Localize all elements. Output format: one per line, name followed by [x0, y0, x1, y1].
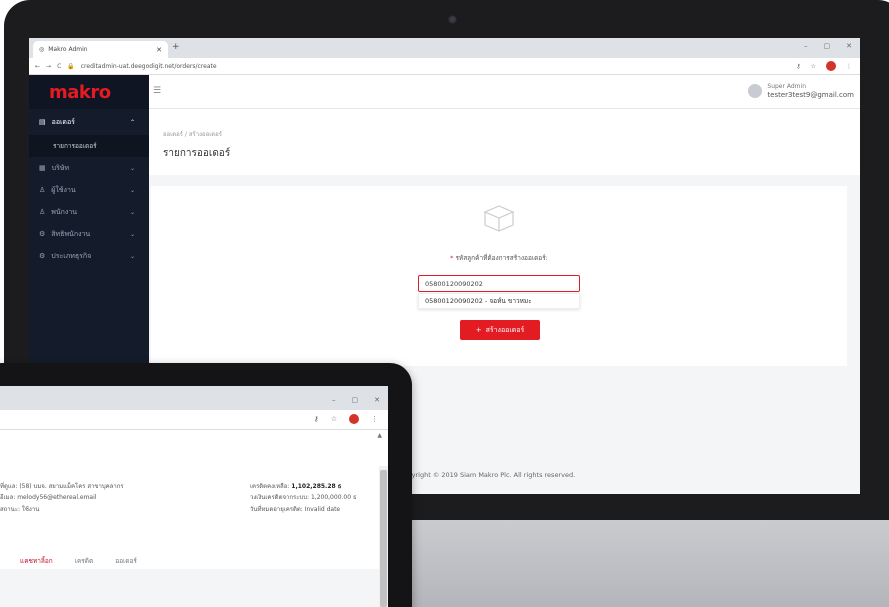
sidebar-item-label: พนักงาน [51, 207, 78, 216]
chevron-down-icon: ⌄ [129, 208, 135, 216]
customer-code-input[interactable]: 05800120090202 [418, 275, 580, 292]
gear-icon: ⚙ [39, 252, 46, 260]
close-tab-icon[interactable]: ✕ [156, 46, 162, 54]
credit-info: เครดิตคงเหลือ: 1,102,285.28 ธ วงเงินเครด… [250, 481, 357, 515]
sidebar-item-label: สิทธิพนักงาน [51, 229, 91, 238]
menu-icon[interactable]: ⋮ [846, 63, 852, 70]
camera-icon [448, 15, 457, 24]
avatar[interactable] [748, 84, 763, 99]
plus-icon: + [475, 326, 482, 334]
user-role: Super Admin [767, 83, 806, 90]
maximize-icon[interactable]: ▢ [824, 42, 831, 50]
credit-label: เครดิตคงเหลือ: [250, 483, 290, 490]
minimize-icon[interactable]: – [332, 396, 336, 404]
tab-credit[interactable]: เครดิต [75, 556, 94, 566]
document-icon: ▤ [39, 118, 46, 126]
scrollbar-thumb[interactable] [380, 470, 387, 607]
lock-icon: 🔒 [67, 62, 75, 70]
makro-logo[interactable]: makro [29, 75, 149, 109]
user-icon: ♙ [39, 208, 46, 216]
tab-orders[interactable]: ออเดอร์ [115, 556, 137, 566]
window-controls: – ▢ ✕ [332, 396, 380, 404]
user-email: tester3test9@gmail.com [767, 90, 854, 99]
sidebar-item-orders[interactable]: ▤ ออเดอร์ ⌃ [29, 109, 149, 135]
sidebar-item-label: บริษัท [51, 163, 70, 172]
empty-box-icon [483, 205, 515, 232]
page-header: ออเดอร์ / สร้างออเดอร์ รายการออเดอร์ [149, 109, 860, 175]
info-branch: ที่ดูแล: (58) บมจ. สยามแม็คโคร สาขาบุคลา… [0, 483, 124, 490]
customer-code-label: * รหัสลูกค้าที่ต้องการสร้างออเดอร์: [450, 254, 548, 262]
laptop-base [380, 520, 889, 607]
credit-limit: วงเงินเครดิตจากระบบ: 1,200,000.00 ธ [250, 494, 357, 502]
chevron-down-icon: ⌄ [129, 230, 135, 238]
credit-remaining: เครดิตคงเหลือ: 1,102,285.28 ธ [250, 481, 357, 492]
browser-tab[interactable]: ◎ Makro Admin ✕ [33, 41, 168, 58]
chevron-down-icon: ⌄ [129, 186, 135, 194]
minimize-icon[interactable]: – [804, 42, 808, 50]
close-window-icon[interactable]: ✕ [846, 42, 852, 50]
address-bar: ← → C 🔒 creditadmin-uat.deegodigit.net/o… [29, 58, 860, 75]
menu-icon[interactable]: ⋮ [371, 415, 378, 423]
key-icon[interactable]: ⚷ [796, 63, 800, 70]
new-tab-button[interactable]: + [172, 42, 180, 52]
hamburger-icon[interactable]: ☰ [153, 86, 161, 96]
info-email: อีเมล: melody56@ethereal.email [0, 494, 97, 502]
credit-expiry: วันที่หมดอายุเครดิต: Invalid date [250, 505, 341, 513]
create-order-card: * รหัสลูกค้าที่ต้องการสร้างออเดอร์: 0580… [151, 186, 847, 366]
sidebar-item-label: ประเภทธุรกิจ [51, 251, 92, 260]
user-menu[interactable]: Super Admin tester3test9@gmail.com [748, 83, 854, 99]
tab-catalog[interactable]: แคชทาลิ้อก [20, 556, 53, 566]
globe-icon: ◎ [39, 46, 45, 53]
maximize-icon[interactable]: ▢ [352, 396, 359, 404]
building-icon: ▦ [39, 164, 46, 172]
sidebar-item-permissions[interactable]: ⚙ สิทธิพนักงาน ⌄ [29, 223, 149, 245]
back-icon[interactable]: ← [35, 63, 40, 70]
second-address-bar: ⚷ ☆ ⋮ [0, 410, 388, 430]
sidebar-item-business-type[interactable]: ⚙ ประเภทธุรกิจ ⌄ [29, 245, 149, 267]
tab-title: Makro Admin [48, 46, 88, 53]
gear-icon: ⚙ [39, 230, 46, 238]
sidebar-item-label: ออเดอร์ [51, 117, 75, 126]
window-controls: – ▢ ✕ [804, 42, 852, 50]
chevron-down-icon: ⌄ [129, 164, 135, 172]
top-header: ☰ Super Admin tester3test9@gmail.com [149, 75, 860, 109]
star-icon[interactable]: ☆ [811, 63, 816, 70]
scroll-up-icon[interactable]: ▲ [377, 432, 382, 439]
create-order-label: สร้างออเดอร์ [485, 325, 525, 334]
user-icon: ♙ [39, 186, 46, 194]
breadcrumb[interactable]: ออเดอร์ / สร้างออเดอร์ [163, 129, 222, 139]
autocomplete-option[interactable]: 05800120090202 - จอห์น ขาวหมะ [418, 293, 580, 309]
chevron-up-icon: ⌃ [129, 118, 135, 126]
url-text[interactable]: creditadmin-uat.deegodigit.net/orders/cr… [81, 63, 217, 70]
sidebar-item-employees[interactable]: ♙ พนักงาน ⌄ [29, 201, 149, 223]
sidebar-subitem-order-list[interactable]: รายการออเดอร์ [29, 135, 149, 157]
sidebar-item-company[interactable]: ▦ บริษัท ⌄ [29, 157, 149, 179]
reload-icon[interactable]: C [57, 63, 61, 70]
field-label-text: รหัสลูกค้าที่ต้องการสร้างออเดอร์: [455, 254, 548, 262]
sidebar-item-users[interactable]: ♙ ผู้ใช้งาน ⌄ [29, 179, 149, 201]
credit-value: 1,102,285.28 ธ [291, 483, 342, 490]
chevron-down-icon: ⌄ [129, 252, 135, 260]
sidebar-item-label: ผู้ใช้งาน [51, 185, 76, 194]
profile-avatar[interactable] [826, 61, 836, 71]
close-window-icon[interactable]: ✕ [374, 396, 380, 404]
key-icon[interactable]: ⚷ [314, 415, 319, 423]
create-order-button[interactable]: + สร้างออเดอร์ [460, 320, 540, 340]
browser-tabbar: ◎ Makro Admin ✕ + – ▢ ✕ [29, 38, 860, 58]
customer-info: ที่ดูแล: (58) บมจ. สยามแม็คโคร สาขาบุคลา… [0, 481, 124, 515]
second-screen: – ▢ ✕ ⚷ ☆ ⋮ ▲ ที่ดูแล: (58) บมจ. สยามแม็… [0, 386, 388, 607]
customer-tabs: แคชทาลิ้อก เครดิต ออเดอร์ [20, 556, 137, 566]
page-title: รายการออเดอร์ [163, 148, 231, 159]
star-icon[interactable]: ☆ [331, 415, 337, 423]
scene: ◎ Makro Admin ✕ + – ▢ ✕ ← → C 🔒 creditad… [0, 0, 889, 607]
forward-icon[interactable]: → [46, 63, 51, 70]
profile-avatar[interactable] [349, 414, 359, 424]
second-tabbar: – ▢ ✕ [0, 386, 388, 410]
footer-text: Copyright © 2019 Siam Makro Plc. All rig… [399, 471, 576, 479]
info-status: สถานะ: ใช้งาน [0, 505, 40, 513]
content-area [0, 569, 388, 607]
